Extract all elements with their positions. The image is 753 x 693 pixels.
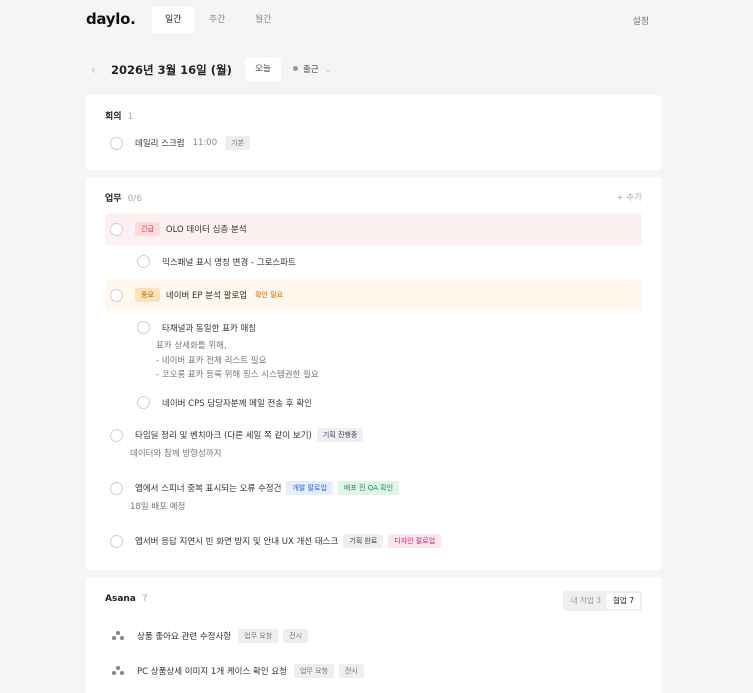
task-title: 네이버 EP 분석 팔로업 — [165, 291, 248, 301]
task-title: OLO 데이터 심층 분석 — [165, 225, 247, 235]
task-checkbox[interactable] — [110, 481, 123, 495]
meeting-title: 회의 — [105, 112, 122, 122]
list-item[interactable]: 긴급 OLO 데이터 심층 분석 — [110, 222, 247, 236]
asana-filter-toggle: 내 작업 3 협업 7 — [562, 591, 642, 611]
status-badge: 기획 완료 — [343, 534, 384, 548]
task-checkbox[interactable] — [110, 222, 123, 236]
work-card: 업무 0/6 + 추가 긴급 OLO 데이터 심층 분석 믹스패널 표시 명칭 변… — [86, 177, 662, 570]
task-title: 앱에서 스피너 중복 표시되는 오류 수정건 — [135, 484, 282, 494]
date-navigation: ‹ 2026년 3월 16일 (월) › 오늘 출근 ⌄ — [86, 57, 662, 83]
asana-header: Asana 7 — [105, 594, 148, 604]
list-item[interactable]: 중요 네이버 EP 분석 팔로업 확인 필요 — [110, 288, 285, 302]
list-item[interactable]: 앱에서 스피너 중복 표시되는 오류 수정건 개발 팔로업 배포 전 QA 확인 — [110, 481, 400, 495]
subtask-item[interactable]: 타채널과 동일한 표카 매칭 — [137, 321, 256, 334]
chevron-right-icon[interactable]: › — [224, 63, 229, 77]
task-title: 타임딜 정리 및 벤치마크 (다른 세일 쪽 같이 보기) — [135, 431, 312, 441]
task-title: 믹스패널 표시 명칭 변경 - 그로스파트 — [162, 257, 296, 268]
asana-card: Asana 7 내 작업 3 협업 7 상품 좋아요 관련 수정사항 업무 요청 … — [86, 577, 662, 693]
chevron-left-icon[interactable]: ‹ — [91, 63, 96, 77]
task-tag: 업무 요청 — [293, 664, 334, 678]
task-time: 11:00 — [192, 138, 218, 148]
task-checkbox[interactable] — [110, 428, 123, 442]
status-label: 출근 — [303, 65, 319, 75]
asana-count: 7 — [141, 594, 148, 604]
tab-monthly[interactable]: 월간 — [242, 7, 285, 33]
meeting-card: 회의 1 데일리 스크럼 11:00 기본 — [86, 95, 662, 170]
settings-link[interactable]: 설정 — [632, 14, 649, 27]
meeting-count: 1 — [127, 112, 134, 122]
task-note: 표카 상세화를 위해, - 네이버 표카 전체 리스트 필요 - 코오롱 표카 … — [156, 339, 319, 383]
status-badge: 기획 진행중 — [316, 428, 364, 442]
list-item[interactable]: 타임딜 정리 및 벤치마크 (다른 세일 쪽 같이 보기) 기획 진행중 — [110, 428, 364, 442]
current-date: 2026년 3월 16일 (월) — [111, 63, 232, 77]
status-badge: 배포 전 QA 확인 — [337, 481, 400, 495]
add-task-button[interactable]: + 추가 — [617, 191, 642, 203]
task-checkbox[interactable] — [110, 288, 123, 302]
asana-icon — [112, 666, 124, 676]
status-dot-icon — [293, 66, 298, 71]
task-title: 앱서버 응답 지연시 빈 화면 방지 및 안내 UX 개선 태스크 — [135, 537, 339, 547]
tab-weekly[interactable]: 주간 — [196, 7, 239, 33]
task-title: PC 상품상세 이미지 1개 케이스 확인 요청 — [137, 667, 287, 677]
task-tag: 전시 — [338, 664, 364, 678]
status-badge: 디자인 팔로업 — [388, 534, 442, 548]
task-checkbox[interactable] — [110, 136, 123, 150]
priority-badge: 중요 — [135, 288, 160, 302]
list-item[interactable]: 상품 좋아요 관련 수정사항 업무 요청 전시 — [112, 629, 309, 643]
task-title: 상품 좋아요 관련 수정사항 — [137, 632, 232, 642]
today-button[interactable]: 오늘 — [245, 57, 281, 81]
task-checkbox[interactable] — [137, 321, 150, 334]
chevron-down-icon: ⌄ — [324, 65, 332, 75]
task-title: 타채널과 동일한 표카 매칭 — [162, 323, 257, 334]
asana-title: Asana — [105, 594, 136, 604]
subtask-item[interactable]: 믹스패널 표시 명칭 변경 - 그로스파트 — [137, 255, 296, 268]
list-item[interactable]: 데일리 스크럼 11:00 기본 — [110, 136, 251, 150]
filter-my-tasks[interactable]: 내 작업 3 — [565, 593, 607, 609]
status-badge: 확인 필요 — [255, 291, 284, 299]
task-tag: 기본 — [225, 136, 251, 150]
work-title: 업무 — [105, 194, 122, 204]
note-line: 표카 상세화를 위해, — [156, 341, 227, 351]
task-checkbox[interactable] — [110, 534, 123, 548]
work-header: 업무 0/6 — [105, 191, 142, 204]
task-note: 데이터와 참께 방향성까지 — [130, 449, 222, 459]
app-logo[interactable]: daylo. — [86, 10, 136, 28]
asana-icon — [112, 631, 124, 641]
subtask-item[interactable]: 네이버 CPS 담당자분께 메일 전송 후 확인 — [137, 396, 312, 409]
task-checkbox[interactable] — [137, 255, 150, 268]
filter-collab[interactable]: 협업 7 — [607, 593, 640, 609]
status-dropdown[interactable]: 출근 ⌄ — [293, 63, 332, 75]
top-bar: daylo. 일간 주간 월간 설정 — [0, 0, 753, 40]
task-tag: 업무 요청 — [238, 629, 279, 643]
list-item[interactable]: 앱서버 응답 지연시 빈 화면 방지 및 안내 UX 개선 태스크 기획 완료 … — [110, 534, 442, 548]
meeting-header: 회의 1 — [105, 109, 133, 122]
work-count: 0/6 — [127, 194, 143, 204]
priority-badge: 긴급 — [135, 222, 160, 236]
task-title: 데일리 스크럼 — [135, 139, 185, 149]
task-note: 18일 배포 예정 — [130, 502, 186, 512]
task-title: 네이버 CPS 담당자분께 메일 전송 후 확인 — [162, 398, 312, 409]
note-line: - 코오롱 표카 등록 위해 핑스 시스템권한 필요 — [156, 370, 319, 380]
note-line: - 네이버 표카 전체 리스트 필요 — [156, 355, 267, 366]
task-tag: 전시 — [283, 629, 309, 643]
tab-daily[interactable]: 일간 — [152, 7, 195, 33]
list-item[interactable]: PC 상품상세 이미지 1개 케이스 확인 요청 업무 요청 전시 — [112, 664, 364, 678]
task-checkbox[interactable] — [137, 396, 150, 409]
status-badge: 개발 팔로업 — [286, 481, 333, 495]
